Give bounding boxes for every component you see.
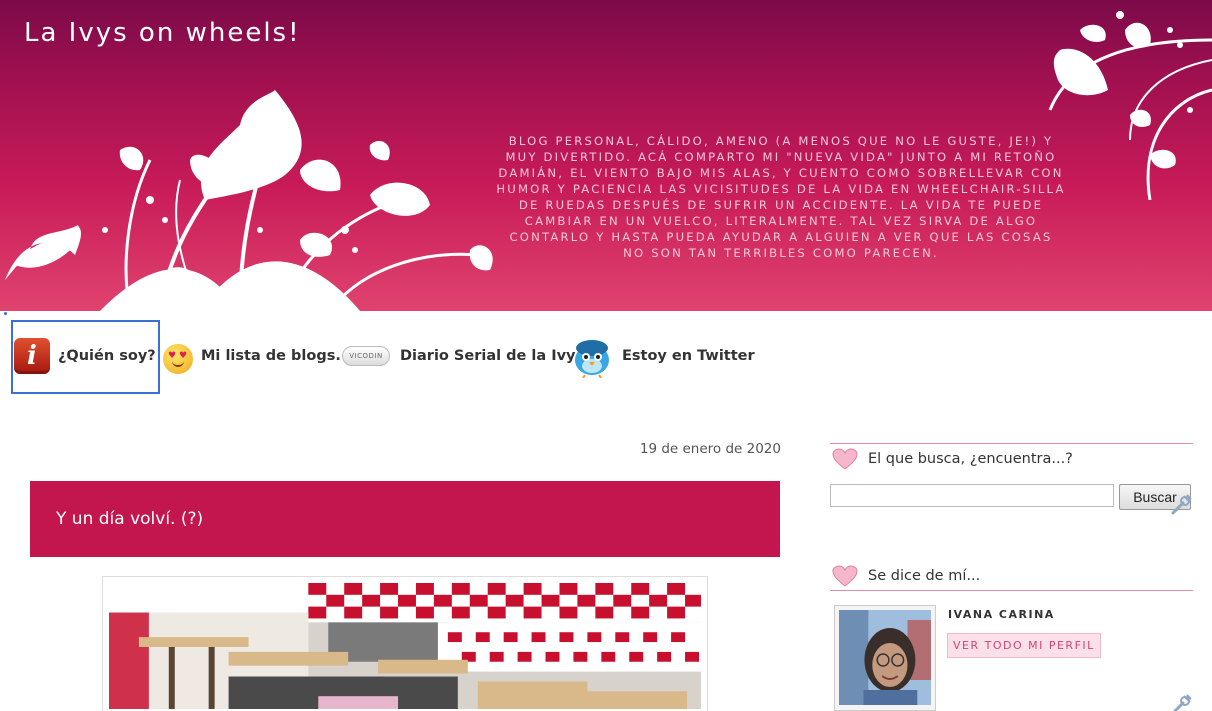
profile-photo[interactable]	[834, 605, 936, 711]
nav-item-label: ¿Quién soy?	[58, 348, 156, 364]
focus-marker	[4, 312, 7, 315]
nav-item-quien-soy[interactable]: i ¿Quién soy?	[14, 334, 156, 378]
restaurant-photo	[109, 583, 701, 709]
profile-widget-header: Se dice de mí...	[830, 561, 1193, 591]
twitter-bird-icon	[575, 340, 609, 378]
view-full-profile-link[interactable]: VER TODO MI PERFIL	[947, 633, 1101, 658]
blog-title[interactable]: La Ivys on wheels!	[24, 18, 301, 48]
top-nav: i ¿Quién soy? ♥ ♥ Mi lista de blogs. VICO…	[0, 312, 1212, 396]
search-widget-title: El que busca, ¿encuentra...?	[868, 450, 1073, 467]
post-photo[interactable]	[102, 576, 708, 711]
nav-item-label: Diario Serial de la Ivy	[400, 348, 576, 364]
post-header: Y un día volví. (?)	[30, 481, 780, 557]
profile-widget-title: Se dice de mí...	[868, 567, 981, 584]
heart-icon	[832, 564, 858, 587]
post-title[interactable]: Y un día volví. (?)	[56, 509, 203, 529]
nav-item-twitter[interactable]: Estoy en Twitter	[570, 334, 755, 378]
badge-icon: VICODIN	[342, 346, 390, 366]
nav-item-label: Estoy en Twitter	[622, 348, 755, 364]
blog-header: La Ivys on wheels! Blog personal, cálido…	[0, 0, 1212, 311]
post-date: 19 de enero de 2020	[639, 441, 781, 457]
blog-description: Blog personal, cálido, ameno (a menos qu…	[496, 134, 1066, 260]
nav-item-label: Mi lista de blogs.	[201, 348, 341, 364]
profile-name: IVANA CARINA	[948, 608, 1055, 621]
avatar	[839, 610, 931, 705]
search-widget-header: El que busca, ¿encuentra...?	[830, 443, 1193, 473]
edit-widget-icon[interactable]	[1170, 692, 1194, 711]
nav-item-diario-serial[interactable]: VICODIN Diario Serial de la Ivy	[342, 334, 576, 378]
nav-item-lista-blogs[interactable]: ♥ ♥ Mi lista de blogs.	[163, 334, 341, 378]
heart-icon	[832, 447, 858, 470]
info-icon: i	[14, 338, 50, 374]
floral-flourish-left	[5, 90, 493, 311]
heart-eyes-smiley-icon: ♥ ♥	[163, 344, 193, 374]
search-input[interactable]	[830, 484, 1114, 507]
edit-widget-icon[interactable]	[1170, 492, 1194, 516]
